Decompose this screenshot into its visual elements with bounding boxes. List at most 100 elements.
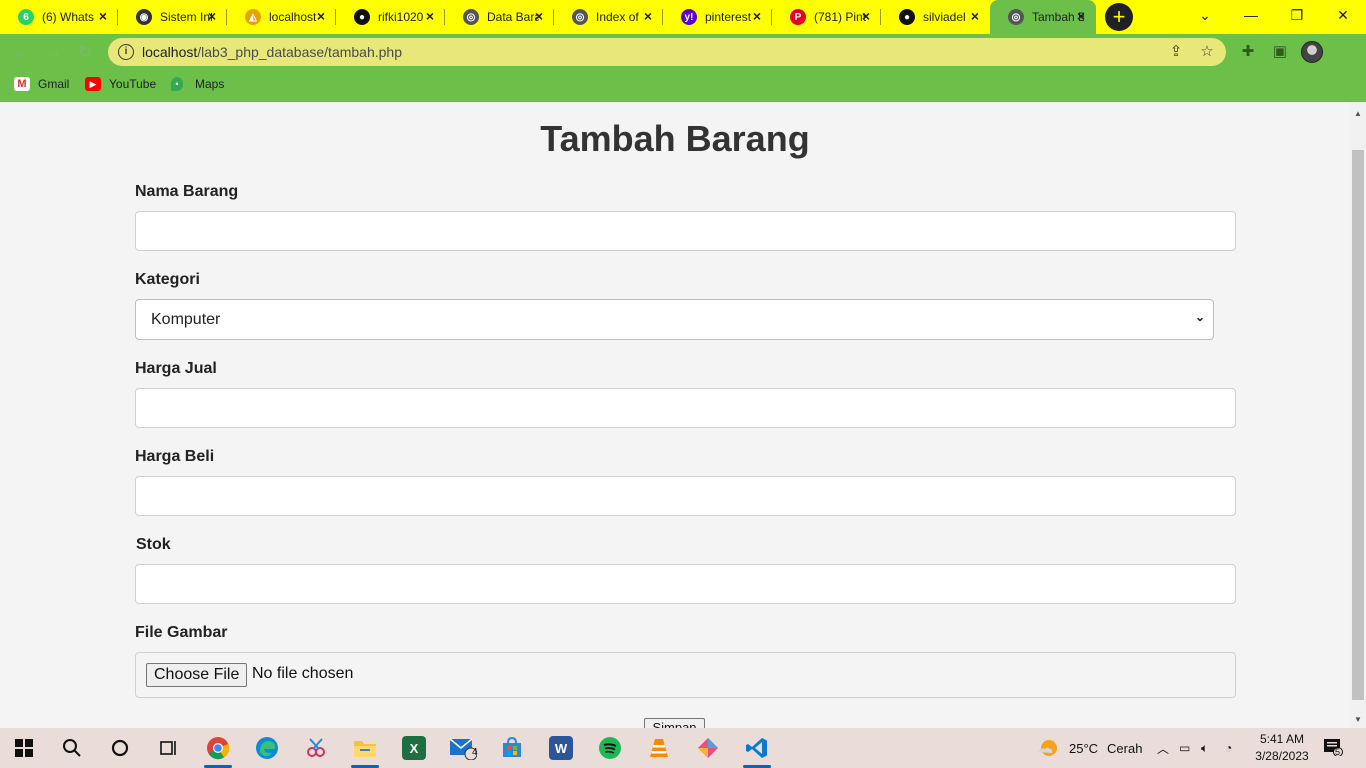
- system-tray: ︿ ▭ 🔈︎ ◔: [1157, 728, 1245, 768]
- clock[interactable]: 5:41 AM 3/28/2023: [1252, 731, 1312, 765]
- spotify-icon: [599, 737, 621, 759]
- snipping-tool-icon: [307, 738, 325, 757]
- browser-tab[interactable]: y! pinterest ×: [663, 0, 772, 34]
- close-tab-icon[interactable]: ×: [205, 9, 219, 23]
- browser-tab[interactable]: 6 (6) WhatsApp×: [0, 0, 118, 34]
- bookmark-star-icon[interactable]: ☆: [1198, 43, 1216, 61]
- close-tab-icon[interactable]: ×: [423, 9, 437, 23]
- close-window-button[interactable]: ✕: [1320, 0, 1366, 30]
- browser-tab[interactable]: ◭ localhost ×: [227, 0, 336, 34]
- close-tab-icon[interactable]: ×: [1074, 9, 1088, 23]
- close-tab-icon[interactable]: ×: [750, 9, 764, 23]
- taskbar-chrome[interactable]: [194, 728, 242, 768]
- nama-barang-input[interactable]: [135, 211, 1236, 251]
- taskbar-store[interactable]: [488, 728, 536, 768]
- task-view-button[interactable]: [144, 728, 192, 768]
- phpmyadmin-icon: ◭: [245, 9, 261, 25]
- choose-file-button[interactable]: Choose File: [146, 663, 248, 687]
- browser-tab[interactable]: P(781) Pinterest×: [772, 0, 881, 34]
- tab-strip: 6(6) WhatsApp×◉Sistem Informasi×◭localho…: [0, 0, 1366, 34]
- nama-barang-label: Nama Barang: [135, 183, 239, 200]
- cortana-button[interactable]: [96, 728, 144, 768]
- university-icon: ◉: [136, 9, 152, 25]
- battery-icon[interactable]: ▭: [1179, 741, 1201, 755]
- browser-tab[interactable]: ◉Sistem Informasi×: [118, 0, 227, 34]
- notification-center-button[interactable]: 5: [1323, 738, 1345, 758]
- site-info-icon[interactable]: i: [118, 44, 134, 60]
- taskbar-file-explorer[interactable]: [341, 728, 389, 768]
- close-tab-icon[interactable]: ×: [968, 9, 982, 23]
- close-tab-icon[interactable]: ×: [532, 9, 546, 23]
- search-button[interactable]: [48, 728, 96, 768]
- windows-logo-icon: [15, 739, 33, 757]
- bookmark-label: Maps: [195, 77, 225, 91]
- store-icon: [503, 736, 521, 757]
- taskbar-word[interactable]: W: [537, 728, 585, 768]
- close-tab-icon[interactable]: ×: [859, 9, 873, 23]
- reload-icon[interactable]: ↻: [73, 40, 97, 64]
- file-status-text: No file chosen: [252, 665, 354, 682]
- taskbar-git-tool[interactable]: [684, 728, 732, 768]
- bookmark-gmail[interactable]: M Gmail: [14, 77, 69, 91]
- harga-beli-input[interactable]: [135, 476, 1236, 516]
- minimize-button[interactable]: —: [1228, 0, 1274, 30]
- taskbar-mail[interactable]: 4: [439, 728, 487, 768]
- address-bar[interactable]: i localhost/lab3_php_database/tambah.php…: [108, 38, 1226, 66]
- new-tab-button[interactable]: +: [1105, 3, 1133, 31]
- forward-icon[interactable]: →: [41, 40, 65, 64]
- browser-tab[interactable]: ● silviadel ×: [881, 0, 990, 34]
- search-icon: [63, 739, 81, 757]
- scroll-up-icon[interactable]: ▲: [1350, 106, 1366, 122]
- kategori-select[interactable]: Komputer ⌄: [135, 299, 1214, 340]
- close-tab-icon[interactable]: ×: [96, 9, 110, 23]
- clock-date: 3/28/2023: [1255, 749, 1309, 763]
- kategori-label: Kategori: [135, 271, 200, 288]
- simpan-button[interactable]: Simpan: [644, 718, 705, 728]
- back-icon[interactable]: ←: [9, 40, 33, 64]
- notification-count: 5: [1335, 747, 1341, 757]
- diamond-app-icon: [698, 738, 718, 758]
- url-text[interactable]: localhost/lab3_php_database/tambah.php: [142, 44, 402, 60]
- tab-search-icon[interactable]: ⌄: [1182, 0, 1228, 30]
- harga-jual-label: Harga Jual: [135, 360, 217, 377]
- close-tab-icon[interactable]: ×: [314, 9, 328, 23]
- scroll-down-icon[interactable]: ▼: [1350, 712, 1366, 728]
- scrollbar-thumb[interactable]: [1352, 150, 1364, 700]
- vlc-icon: [650, 739, 668, 757]
- windows-taskbar: X 4 W 25°C Cerah ︿ ▭ 🔈︎ ◔ 5:41 AM 3/28/2…: [0, 728, 1366, 768]
- taskbar-excel[interactable]: X: [390, 728, 438, 768]
- volume-icon[interactable]: 🔈︎: [1201, 741, 1221, 756]
- vscode-icon: [746, 738, 767, 758]
- extensions-icon[interactable]: ✚: [1238, 42, 1258, 62]
- weather-widget[interactable]: 25°C Cerah: [1036, 728, 1142, 768]
- whatsapp-icon: 6: [18, 9, 34, 25]
- close-tab-icon[interactable]: ×: [641, 9, 655, 23]
- vertical-scrollbar[interactable]: ▲ ▼: [1350, 102, 1366, 728]
- side-panel-icon[interactable]: ▣: [1270, 42, 1290, 62]
- kategori-selected-value: Komputer: [151, 311, 221, 328]
- taskbar-edge[interactable]: [243, 728, 291, 768]
- globe-icon: ◎: [572, 9, 588, 25]
- browser-tab[interactable]: ◎Tambah Barang×: [990, 0, 1096, 34]
- taskbar-vlc[interactable]: [635, 728, 683, 768]
- taskbar-vscode[interactable]: [733, 728, 781, 768]
- excel-icon: X: [402, 736, 426, 760]
- weather-temp: 25°C: [1069, 740, 1099, 756]
- taskbar-snipping-tool[interactable]: [292, 728, 340, 768]
- restore-button[interactable]: ❐: [1274, 0, 1320, 30]
- harga-jual-input[interactable]: [135, 388, 1236, 428]
- stok-input[interactable]: [135, 564, 1236, 604]
- browser-tab[interactable]: ◎Data Barang×: [445, 0, 554, 34]
- wifi-icon[interactable]: ◔: [1225, 741, 1245, 755]
- chevron-up-icon[interactable]: ︿: [1157, 740, 1173, 757]
- share-icon[interactable]: ⇪: [1167, 43, 1185, 61]
- page-title: Tambah Barang: [540, 118, 810, 159]
- start-button[interactable]: [0, 728, 48, 768]
- profile-avatar[interactable]: [1301, 41, 1323, 63]
- browser-tab[interactable]: ● rifki1020 ×: [336, 0, 445, 34]
- browser-tab[interactable]: ◎ Index of ×: [554, 0, 663, 34]
- bookmarks-bar: M Gmail ▶ YouTube • Maps: [0, 70, 1366, 102]
- taskbar-spotify[interactable]: [586, 728, 634, 768]
- bookmark-maps[interactable]: • Maps: [171, 77, 224, 91]
- bookmark-youtube[interactable]: ▶ YouTube: [85, 77, 156, 91]
